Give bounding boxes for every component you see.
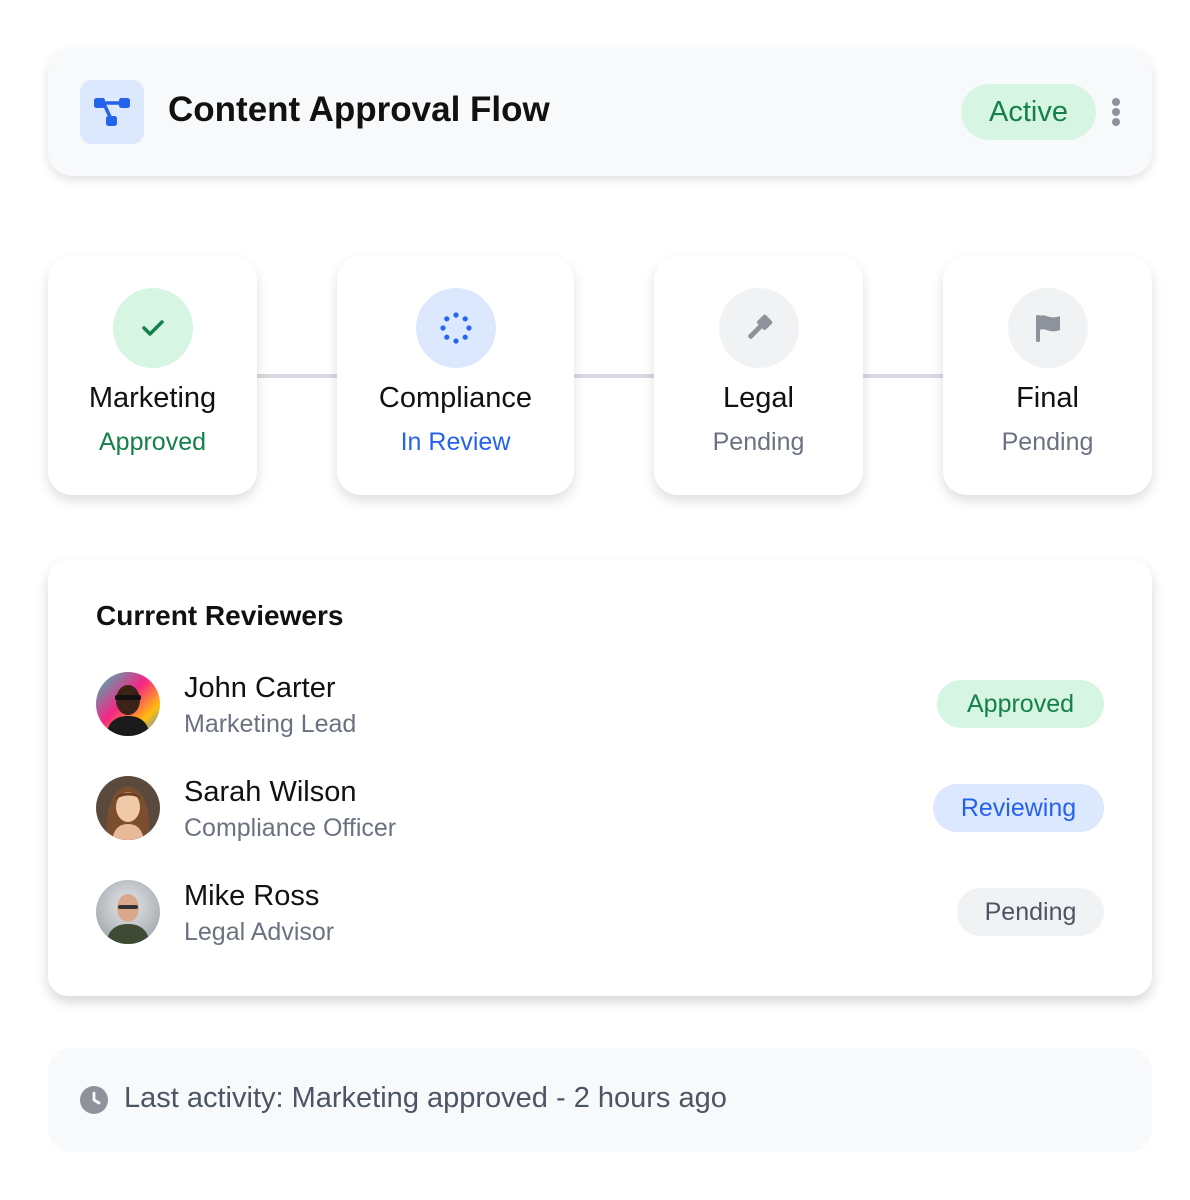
status-badge: Active	[961, 84, 1096, 140]
stage-legal[interactable]: Legal Pending	[654, 256, 863, 495]
reviewer-name: Sarah Wilson	[184, 776, 357, 808]
reviewer-row[interactable]: Mike Ross Legal Advisor Pending	[96, 880, 1104, 946]
reviewer-row[interactable]: John Carter Marketing Lead Approved	[96, 672, 1104, 738]
stage-status: Pending	[712, 428, 805, 456]
flag-icon	[1007, 288, 1088, 368]
gavel-icon	[718, 288, 799, 368]
reviewer-role: Marketing Lead	[184, 710, 357, 738]
last-activity-bar: Last activity: Marketing approved - 2 ho…	[48, 1048, 1152, 1152]
stage-name: Final	[1016, 382, 1079, 414]
status-badge: Reviewing	[933, 784, 1104, 832]
status-badge: Pending	[957, 888, 1104, 936]
stage-status: Pending	[1001, 428, 1094, 456]
spinner-icon	[415, 288, 496, 368]
workflow-icon	[80, 80, 144, 144]
activity-text: Last activity: Marketing approved - 2 ho…	[124, 1082, 727, 1114]
stage-name: Legal	[723, 382, 794, 414]
avatar	[96, 880, 160, 944]
page-title: Content Approval Flow	[168, 90, 550, 129]
stage-status: In Review	[400, 428, 511, 456]
stage-name: Marketing	[88, 382, 217, 414]
status-badge: Approved	[937, 680, 1104, 728]
reviewer-name: John Carter	[184, 672, 336, 704]
reviewer-row[interactable]: Sarah Wilson Compliance Officer Reviewin…	[96, 776, 1104, 842]
reviewers-title: Current Reviewers	[96, 600, 344, 631]
stage-connector	[256, 374, 338, 378]
stage-status: Approved	[98, 428, 207, 456]
clock-icon	[80, 1086, 108, 1114]
avatar	[96, 776, 160, 840]
stage-compliance[interactable]: Compliance In Review	[337, 256, 574, 495]
stage-final[interactable]: Final Pending	[943, 256, 1152, 495]
check-icon	[112, 288, 193, 368]
workflow-header: Content Approval Flow Active	[48, 48, 1152, 176]
stage-connector	[862, 374, 944, 378]
more-options-icon[interactable]	[1104, 94, 1128, 130]
stage-name: Compliance	[378, 382, 533, 414]
reviewer-name: Mike Ross	[184, 880, 320, 912]
stage-connector	[573, 374, 655, 378]
reviewer-role: Compliance Officer	[184, 814, 397, 842]
reviewers-panel: Current Reviewers John Carter Marketing …	[48, 560, 1152, 996]
avatar	[96, 672, 160, 736]
reviewer-role: Legal Advisor	[184, 918, 335, 946]
stage-marketing[interactable]: Marketing Approved	[48, 256, 257, 495]
